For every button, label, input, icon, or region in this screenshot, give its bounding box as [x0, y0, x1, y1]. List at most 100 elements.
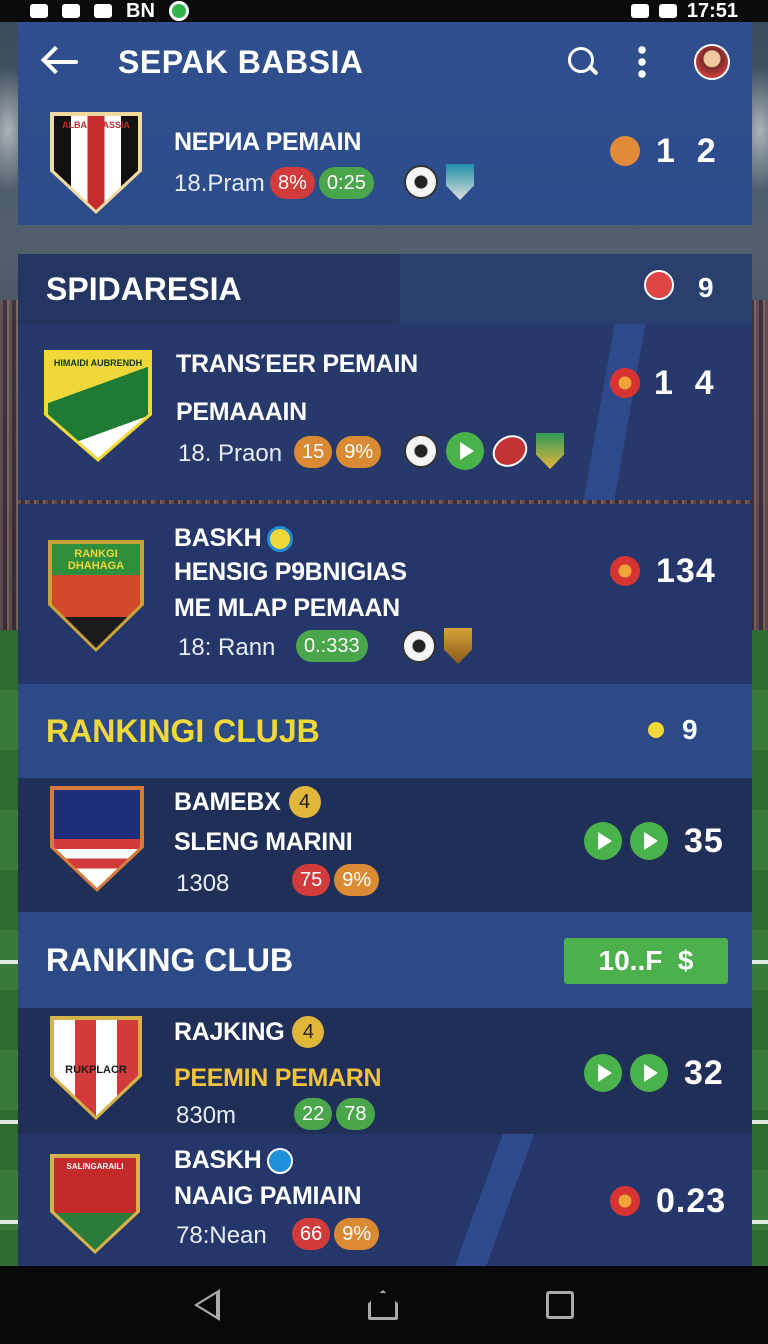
notification-icon [94, 4, 112, 18]
stat-pill: 75 [292, 864, 331, 896]
section-title: SPIDARESIA [46, 270, 242, 307]
section-title: RANKING CLUB [46, 941, 294, 978]
item-title: RAJKING [174, 1017, 285, 1046]
status-bar: BN 17:51 [0, 0, 768, 22]
item-subtitle: NAAIG PAMIAIN [174, 1182, 362, 1210]
section-header: RANKINGI CLUJB 9 [18, 684, 752, 778]
item-meta: 830m [176, 1102, 237, 1129]
crest-label: ALBAN BASSIA [61, 120, 130, 130]
rugby-ball-icon [486, 429, 534, 473]
stat-pill: 0:25 [318, 167, 374, 199]
play-icon[interactable] [630, 1054, 668, 1092]
item-subtitle: PEEMIN PEMARN [174, 1064, 382, 1092]
rank-badge: 4 [288, 786, 321, 818]
clock: 17:51 [686, 0, 738, 22]
item-meta: 18. Praon [178, 440, 283, 467]
section-title: RANKINGI CLUJB [46, 712, 320, 749]
avatar[interactable] [694, 44, 730, 80]
team-badge-icon [446, 164, 474, 200]
status-indicator-icon [610, 136, 640, 166]
stat-pill: 78 [336, 1098, 375, 1130]
section-count: 9 [698, 272, 714, 303]
match-title: NEPИA PEMAIN [174, 128, 362, 156]
play-icon[interactable] [584, 1054, 622, 1092]
match-score: 1 2 [656, 132, 717, 170]
rank-badge: 4 [292, 1016, 325, 1048]
app-title: SEPAK BABSIA [118, 43, 364, 80]
crest-label: RANKGI DHAHAGA [67, 548, 125, 572]
item-score: 32 [684, 1054, 724, 1092]
featured-match-row[interactable]: ALBAN BASSIA NEPИA PEMAIN 18.Pram 8% 0:2… [18, 102, 752, 225]
item-title: BASKH [174, 524, 262, 552]
item-score: 1 4 [654, 364, 715, 402]
item-subtitle: ME MLAP PEMAAN [174, 594, 400, 622]
football-icon [402, 629, 436, 663]
item-score: 35 [684, 822, 724, 860]
section-header: RANKING CLUB 10..F $ [18, 912, 752, 1008]
price-button[interactable]: 10..F $ [564, 938, 728, 984]
live-indicator-icon [610, 368, 640, 398]
system-navigation-bar [0, 1266, 768, 1344]
play-icon[interactable] [446, 432, 484, 470]
crest-label: RUKPLACR [65, 1064, 127, 1076]
list-item[interactable]: HIMAIDI AUBRENDH TRANSΈER PEMAIN PEMAAAI… [18, 324, 752, 500]
stat-pill: 22 [294, 1098, 333, 1130]
list-item[interactable]: BAMEBX 4 SLENG MARINI 1308 75 9% 35 [18, 778, 752, 912]
list-item[interactable]: RANKGI DHAHAGA BASKH HENSIG P9BNIGIAS ME… [18, 504, 752, 684]
nav-back-icon[interactable] [194, 1289, 220, 1321]
club-crest-icon: RANKGI DHAHAGA [48, 540, 144, 652]
item-title: TRANSΈER PEMAIN [176, 350, 418, 378]
item-meta: 18: Rann [178, 634, 276, 661]
crest-label: HIMAIDI AUBRENDH [53, 358, 143, 368]
battery-icon [658, 4, 677, 18]
app-header: SEPAK BABSIA ALBAN BASSIA NEPИA PEMAIN 1… [18, 22, 752, 225]
football-icon [404, 434, 438, 468]
notification-icon [62, 4, 80, 18]
item-title: BASKH [174, 1146, 262, 1174]
club-crest-icon: ALBAN BASSIA [50, 112, 142, 214]
section-count: 9 [682, 714, 698, 745]
stat-pill: 8% [270, 167, 315, 199]
item-score: 0.23 [656, 1182, 727, 1220]
crest-label: SALINGARAILI [66, 1162, 124, 1171]
live-indicator-icon [610, 1186, 640, 1216]
more-options-icon[interactable] [638, 46, 646, 78]
info-badge-icon [267, 525, 294, 552]
match-subtitle: 18.Pram [174, 170, 265, 197]
stat-pill: 0.:333 [296, 630, 368, 662]
stat-pill: 9% [336, 436, 382, 468]
club-crest-icon [50, 786, 144, 892]
item-subtitle: SLENG MARINI [174, 828, 353, 856]
list-item[interactable]: SALINGARAILI BASKH NAAIG PAMIAIN 78:Nean… [18, 1134, 752, 1266]
stat-pill: 9% [334, 1218, 380, 1250]
stat-pill: 9% [334, 864, 380, 896]
team-badge-icon [444, 628, 472, 664]
club-crest-icon: HIMAIDI AUBRENDH [44, 350, 152, 462]
nav-home-icon[interactable] [368, 1290, 398, 1320]
play-icon[interactable] [584, 822, 622, 860]
stat-pill: 15 [294, 436, 333, 468]
item-subtitle: HENSIG P9BNIGIAS [174, 558, 407, 586]
stat-pill: 66 [292, 1218, 331, 1250]
club-crest-icon: RUKPLACR [50, 1016, 142, 1120]
search-icon[interactable] [566, 45, 600, 79]
notification-icon [30, 4, 48, 18]
football-icon [404, 165, 438, 199]
play-icon[interactable] [630, 822, 668, 860]
item-title: BAMEBX [174, 787, 281, 816]
item-meta: 78:Nean [176, 1222, 267, 1249]
item-meta: 1308 [176, 870, 230, 897]
app-notification-icon [168, 1, 189, 21]
info-badge-icon [267, 1147, 294, 1174]
club-crest-icon: SALINGARAILI [50, 1154, 140, 1254]
live-indicator-icon [648, 722, 664, 738]
back-arrow-icon[interactable] [40, 42, 82, 82]
live-indicator-icon [610, 556, 640, 586]
team-badge-icon [536, 433, 564, 469]
item-score: 134 [656, 552, 716, 590]
item-subtitle: PEMAAAIN [176, 398, 307, 426]
list-item[interactable]: RUKPLACR RAJKING 4 PEEMIN PEMARN 830m 22… [18, 1008, 752, 1134]
nav-recent-apps-icon[interactable] [546, 1291, 574, 1319]
section-header: SPIDARESIA 9 [18, 254, 752, 324]
wifi-icon [630, 4, 649, 18]
